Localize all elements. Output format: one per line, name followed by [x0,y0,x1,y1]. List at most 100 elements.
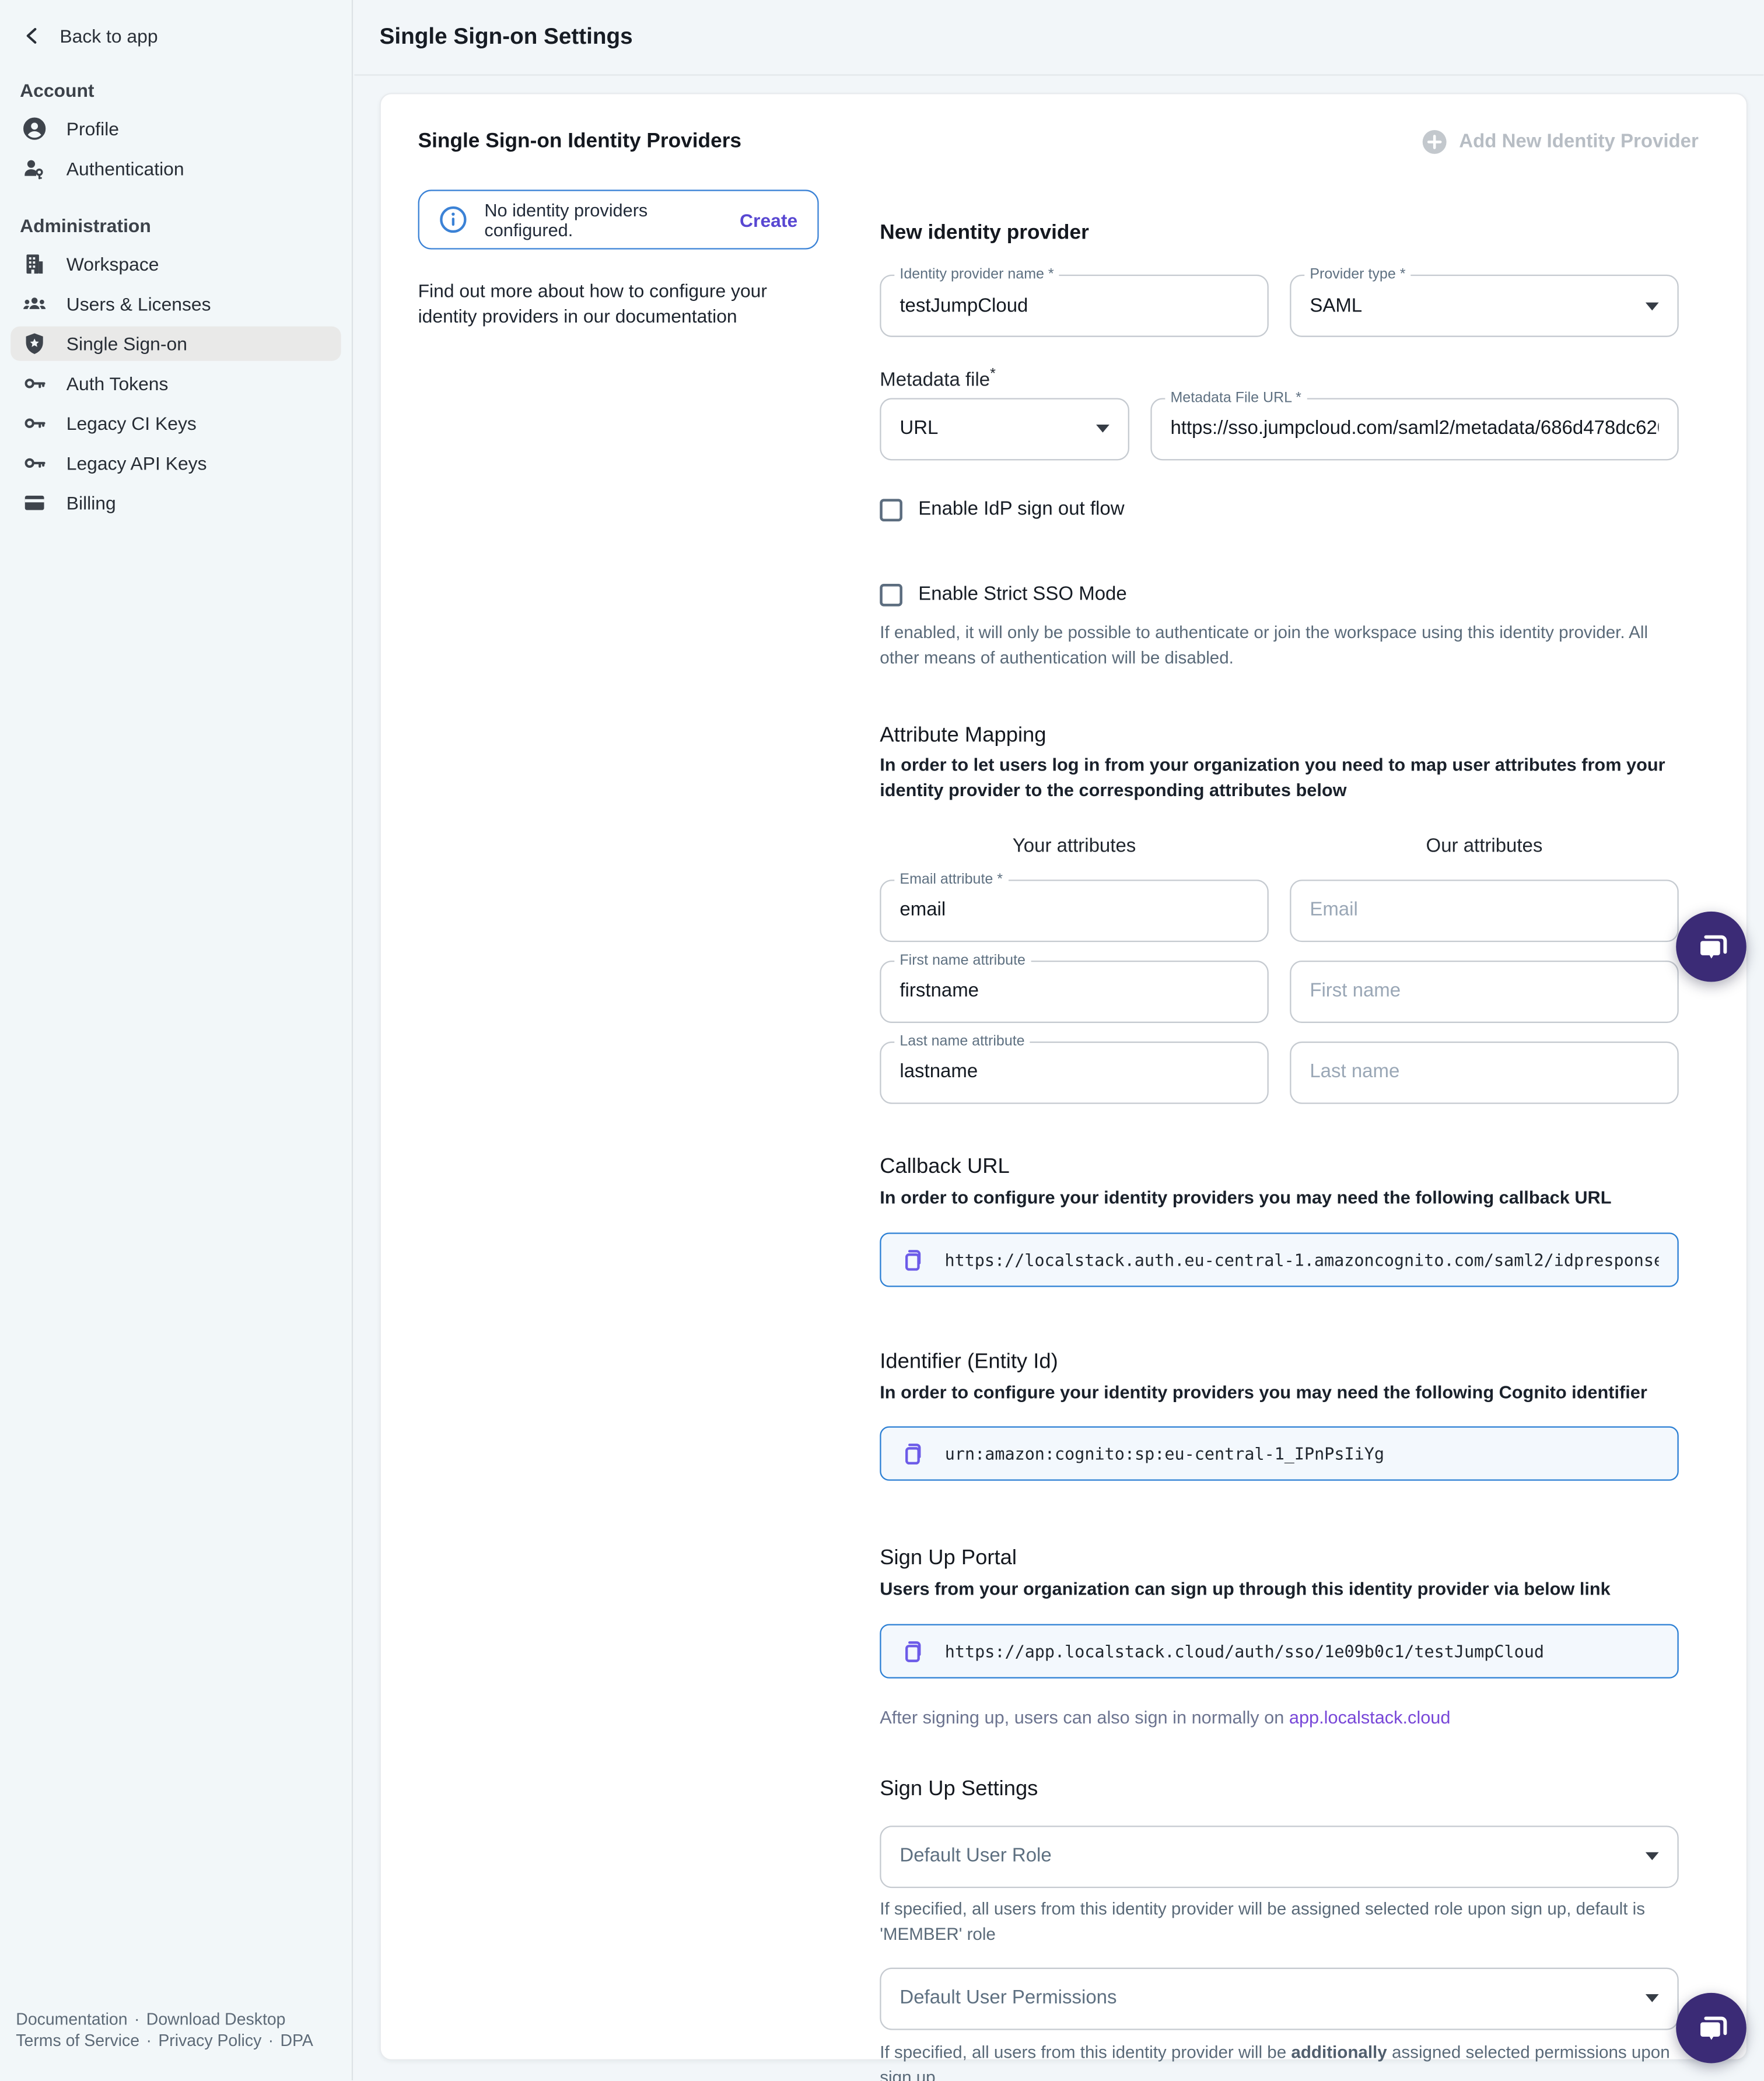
identity-provider-name-input[interactable] [900,295,1248,316]
default-user-permissions-helper: If specified, all users from this identi… [880,2039,1678,2081]
form-title: New identity provider [880,222,1678,246]
sidebar-item-label: Profile [66,118,119,139]
lastname-attribute-label: Last name attribute [894,1034,1030,1049]
lastname-target-input[interactable] [1310,1062,1658,1083]
dpa-link[interactable]: DPA [281,2031,313,2050]
sidebar-item-workspace[interactable]: Workspace [10,247,341,281]
page-title: Single Sign-on Settings [380,24,633,50]
email-attribute-field[interactable]: Email attribute * [880,880,1269,942]
signup-portal-title: Sign Up Portal [880,1547,1678,1571]
attribute-mapping-title: Attribute Mapping [880,724,1678,748]
default-user-role-select[interactable]: Default User Role [880,1825,1678,1887]
app-root: Back to app Account Profile Authenticati… [0,0,1763,2081]
lastname-attribute-input[interactable] [900,1062,1248,1083]
chevron-down-icon [1096,425,1110,433]
firstname-attribute-input[interactable] [900,981,1248,1002]
metadata-file-url-field[interactable]: Metadata File URL * [1150,398,1678,460]
your-attributes-header: Your attributes [880,836,1269,857]
no-providers-alert: No identity providers configured. Create [418,190,819,249]
chat-widget-button[interactable] [1676,912,1746,982]
terms-link[interactable]: Terms of Service [16,2031,139,2050]
chevron-left-icon [24,28,40,44]
metadata-source-select[interactable]: URL [880,398,1129,460]
key-icon [23,372,47,395]
back-to-app-button[interactable]: Back to app [0,0,352,50]
lastname-target-field[interactable] [1290,1042,1679,1104]
workspace-icon [23,252,47,276]
alert-message: No identity providers configured. [484,199,740,239]
identifier-title: Identifier (Entity Id) [880,1350,1678,1374]
provider-type-select[interactable]: Provider type * SAML [1290,275,1679,337]
metadata-file-url-label: Metadata File URL * [1165,390,1307,405]
download-desktop-link[interactable]: Download Desktop [146,2010,286,2029]
chat-widget-button[interactable] [1676,1993,1746,2064]
sidebar-item-single-sign-on[interactable]: Single Sign-on [10,327,341,361]
signup-settings-title: Sign Up Settings [880,1778,1678,1802]
footer-separator: · [268,2031,274,2050]
firstname-attribute-label: First name attribute [894,952,1031,968]
copy-icon[interactable] [900,1638,925,1663]
copy-icon[interactable] [900,1246,925,1271]
metadata-file-url-input[interactable] [1170,418,1658,439]
copy-icon[interactable] [900,1441,925,1466]
sidebar-footer: Documentation · Download Desktop Terms of … [16,2009,313,2052]
lastname-attribute-field[interactable]: Last name attribute [880,1042,1269,1104]
firstname-target-field[interactable] [1290,961,1679,1023]
strict-sso-checkbox[interactable] [880,584,902,607]
default-user-role-helper: If specified, all users from this identi… [880,1896,1678,1947]
firstname-attribute-field[interactable]: First name attribute [880,961,1269,1023]
sidebar-item-users-licenses[interactable]: Users & Licenses [10,286,341,321]
footer-separator: · [146,2031,151,2050]
callback-url-description: In order to configure your identity prov… [880,1185,1678,1211]
app-localstack-cloud-link[interactable]: app.localstack.cloud [1289,1707,1451,1727]
sidebar-item-legacy-ci-keys[interactable]: Legacy CI Keys [10,406,341,440]
sidebar-item-label: Auth Tokens [66,373,169,394]
main-area: Single Sign-on Settings Single Sign-on I… [354,0,1763,2081]
email-target-field[interactable] [1290,880,1679,942]
callback-url-value: https://localstack.auth.eu-central-1.ama… [944,1249,1658,1269]
idp-signout-label: Enable IdP sign out flow [918,499,1124,520]
add-new-identity-provider-button[interactable]: Add New Identity Provider [1420,129,1699,155]
sidebar-item-profile[interactable]: Profile [10,111,341,146]
chat-bubble-icon [1691,2008,1731,2048]
signin-note-text: After signing up, users can also sign in… [880,1707,1289,1727]
add-new-identity-provider-label: Add New Identity Provider [1459,131,1699,152]
single-sign-on-icon [23,332,47,356]
identifier-box: urn:amazon:cognito:sp:eu-central-1_IPnPs… [880,1427,1678,1481]
sidebar-item-auth-tokens[interactable]: Auth Tokens [10,366,341,401]
privacy-link[interactable]: Privacy Policy [158,2031,261,2050]
email-attribute-input[interactable] [900,900,1248,921]
sidebar-item-authentication[interactable]: Authentication [10,151,341,185]
chevron-down-icon [1646,1852,1659,1861]
authentication-icon [23,156,47,180]
identity-provider-name-label: Identity provider name * [894,267,1059,282]
page-header: Single Sign-on Settings [354,0,1763,76]
strict-sso-helper: If enabled, it will only be possible to … [880,619,1678,671]
sidebar-section-administration: Administration [0,215,352,236]
sso-card: Single Sign-on Identity Providers Add Ne… [380,93,1748,2061]
users-licenses-icon [23,292,47,316]
our-attributes-header: Our attributes [1290,836,1679,857]
identity-provider-name-field[interactable]: Identity provider name * [880,275,1269,337]
key-icon [23,451,47,475]
profile-icon [23,117,47,141]
signup-portal-description: Users from your organization can sign up… [880,1576,1678,1603]
sidebar-item-label: Billing [66,492,116,513]
back-to-app-label: Back to app [60,25,158,46]
chat-bubble-icon [1691,927,1731,966]
signup-portal-value: https://app.localstack.cloud/auth/sso/1e… [945,1641,1544,1660]
firstname-target-input[interactable] [1310,981,1658,1002]
email-target-input[interactable] [1310,900,1658,921]
callback-url-title: Callback URL [880,1155,1678,1179]
sidebar-item-billing[interactable]: Billing [10,486,341,520]
sidebar-item-label: Authentication [66,158,184,179]
documentation-link[interactable]: Documentation [16,2010,127,2029]
metadata-file-label: Metadata file* [880,366,1678,391]
idp-signout-checkbox[interactable] [880,499,902,521]
new-provider-form: New identity provider Identity provider … [880,190,1678,2081]
identifier-description: In order to configure your identity prov… [880,1379,1678,1406]
default-user-permissions-select[interactable]: Default User Permissions [880,1967,1678,2030]
sidebar: Back to app Account Profile Authenticati… [0,0,353,2081]
sidebar-item-legacy-api-keys[interactable]: Legacy API Keys [10,446,341,480]
create-provider-button[interactable]: Create [740,209,797,230]
